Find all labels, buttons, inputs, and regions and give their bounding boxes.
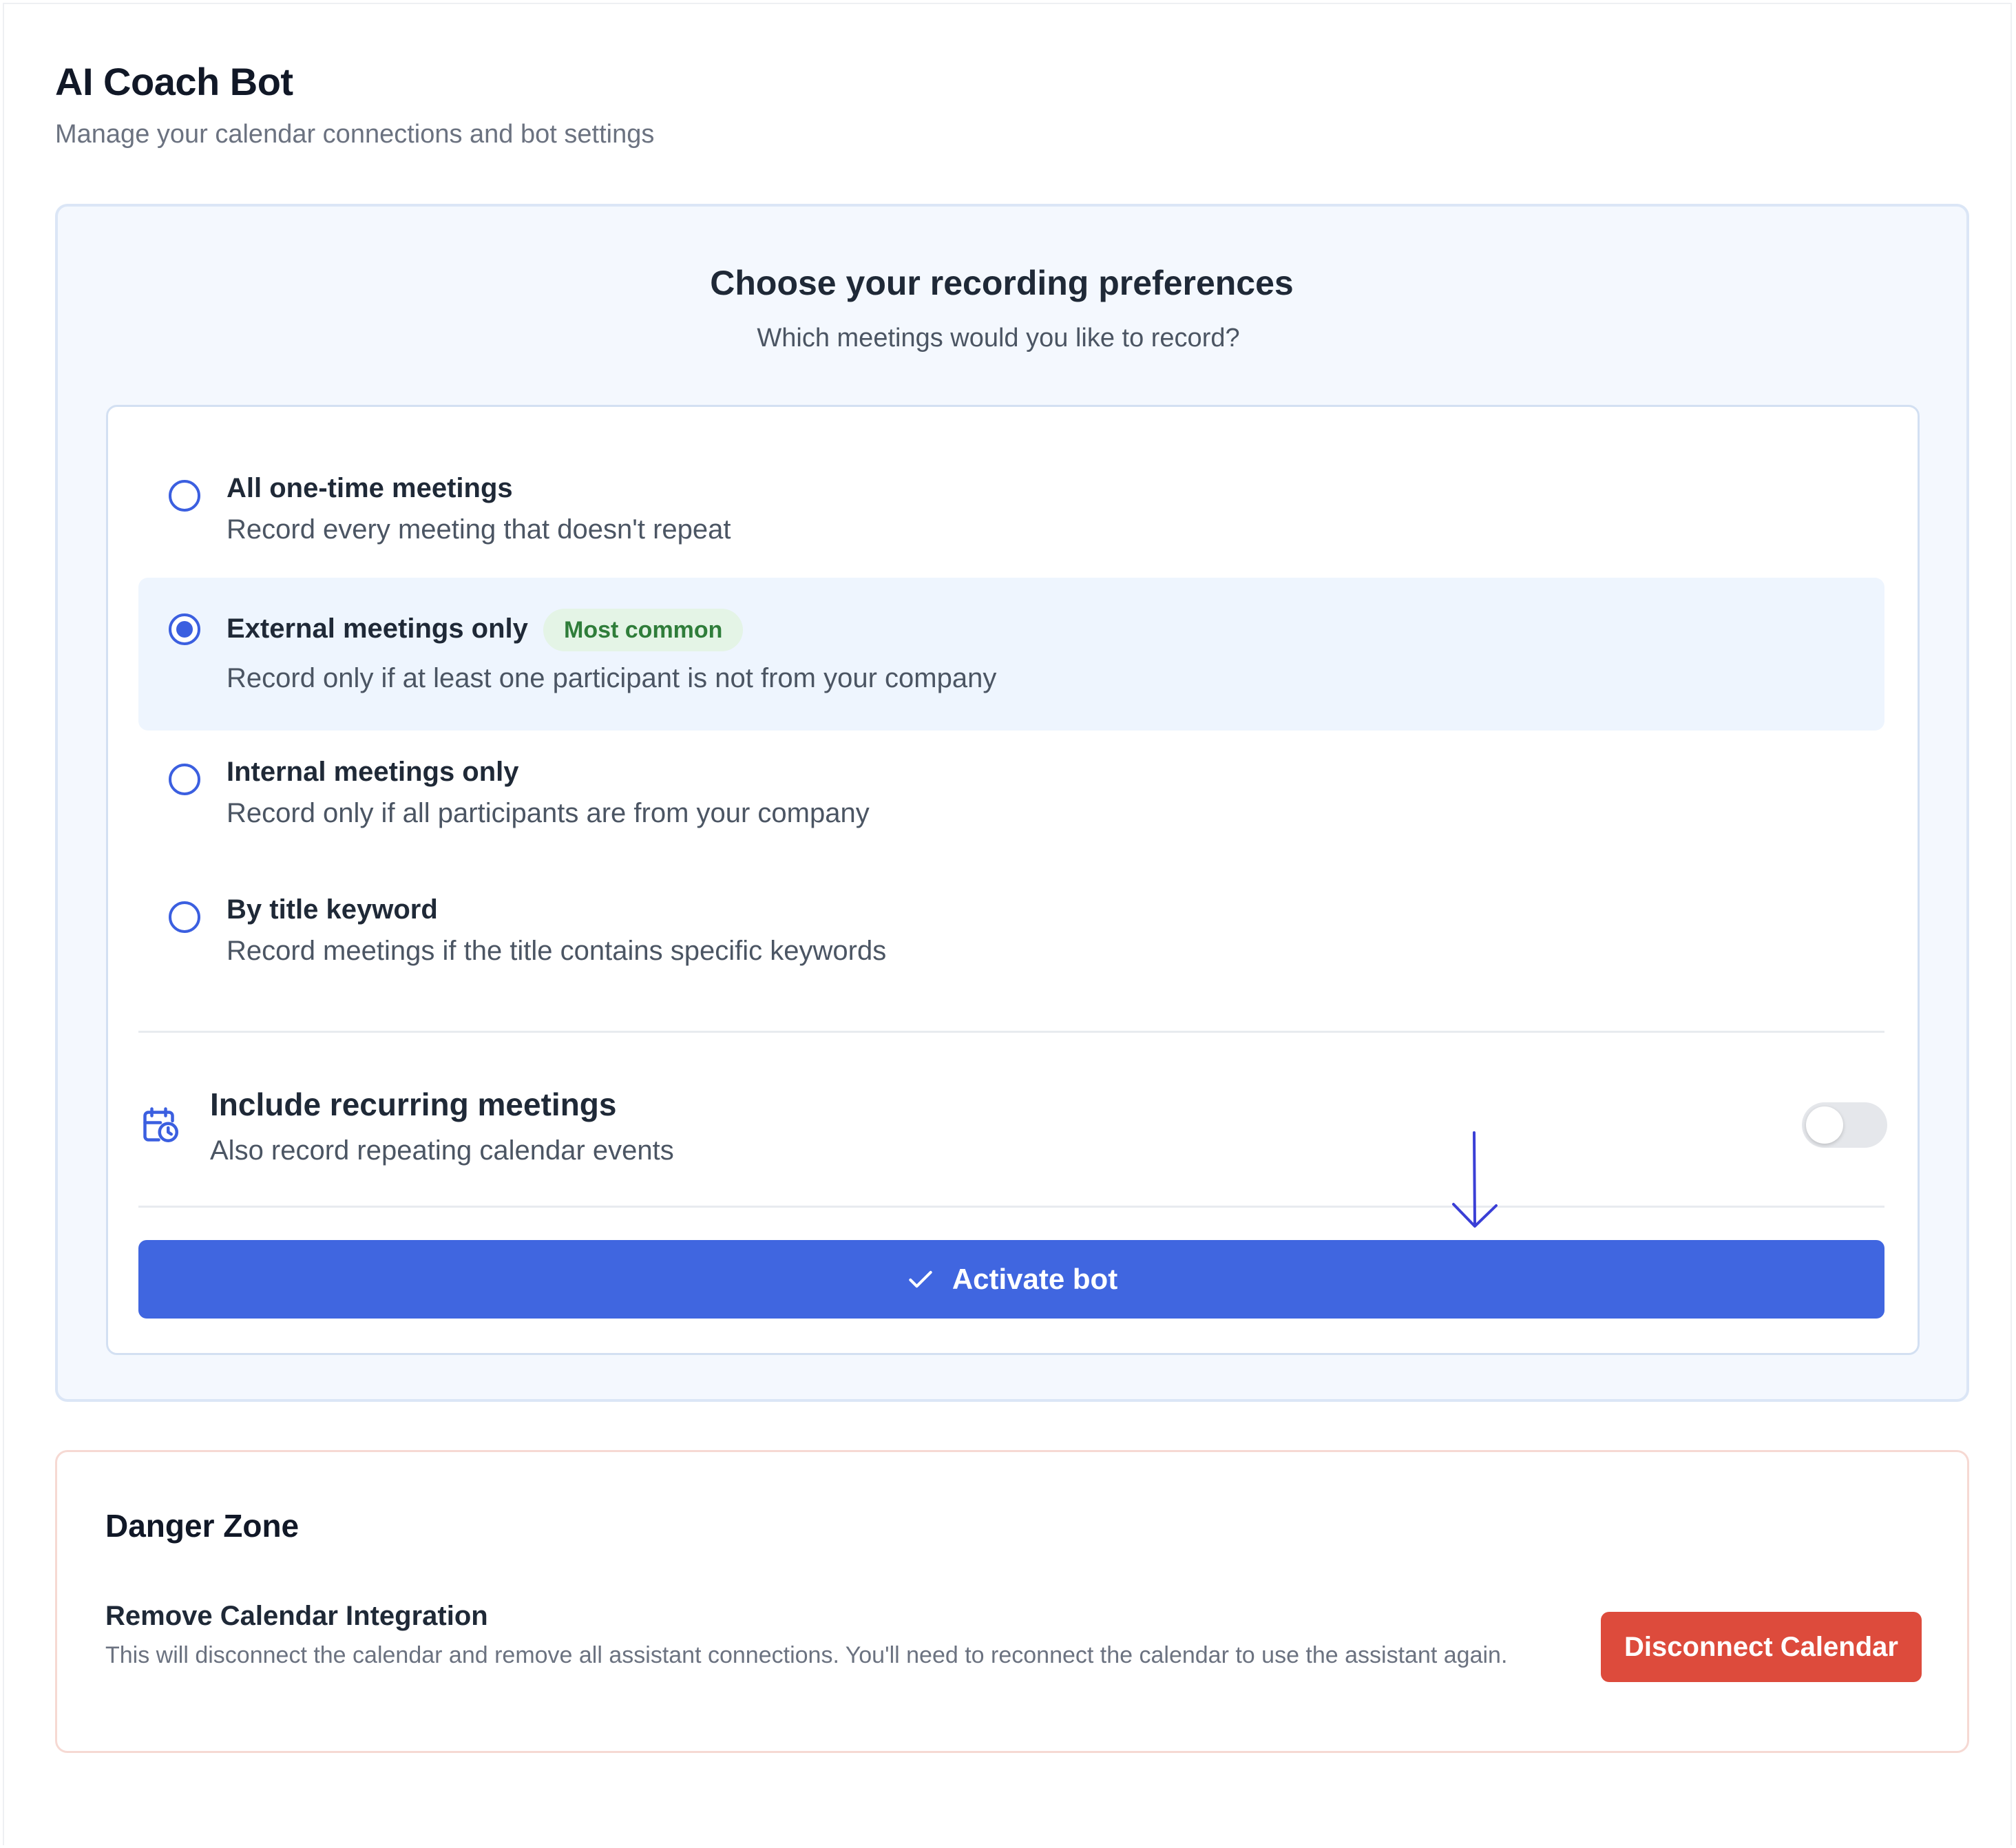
radio-all-one-time-meetings[interactable] — [169, 480, 200, 512]
option-label: Internal meetings only — [227, 757, 519, 787]
option-external-meetings-only[interactable]: External meetings only Most common Recor… — [138, 578, 1884, 731]
danger-zone-card: Danger Zone Remove Calendar Integration … — [55, 1450, 1969, 1753]
option-label: By title keyword — [227, 894, 438, 925]
toggle-knob — [1806, 1106, 1843, 1144]
option-description: Record only if at least one participant … — [227, 663, 997, 693]
radio-by-title-keyword[interactable] — [169, 901, 200, 933]
page-subtitle: Manage your calendar connections and bot… — [55, 120, 655, 149]
calendar-clock-icon — [143, 1107, 178, 1142]
option-internal-meetings-only[interactable]: Internal meetings only Record only if al… — [138, 731, 1884, 868]
remove-calendar-description: This will disconnect the calendar and re… — [105, 1642, 1508, 1668]
divider — [138, 1031, 1884, 1033]
radio-internal-meetings-only[interactable] — [169, 764, 200, 795]
check-icon — [909, 1270, 932, 1288]
activate-bot-label: Activate bot — [952, 1263, 1118, 1295]
settings-page: AI Coach Bot Manage your calendar connec… — [3, 3, 2012, 1845]
divider — [138, 1206, 1884, 1208]
option-label: External meetings only — [227, 613, 528, 644]
remove-calendar-title: Remove Calendar Integration — [105, 1601, 488, 1631]
preferences-subtitle: Which meetings would you like to record? — [757, 324, 1240, 353]
radio-external-meetings-only[interactable] — [169, 613, 200, 645]
activate-bot-button[interactable]: Activate bot — [138, 1240, 1884, 1319]
danger-zone-title: Danger Zone — [105, 1508, 300, 1544]
recurring-description: Also record repeating calendar events — [210, 1135, 674, 1166]
option-all-one-time-meetings[interactable]: All one-time meetings Record every meeti… — [138, 448, 1884, 579]
recording-preferences-card: Choose your recording preferences Which … — [55, 204, 1969, 1402]
option-description: Record meetings if the title contains sp… — [227, 936, 887, 966]
recurring-meetings-toggle[interactable] — [1802, 1102, 1887, 1148]
preferences-title: Choose your recording preferences — [710, 264, 1294, 302]
page-title: AI Coach Bot — [55, 60, 293, 103]
option-description: Record every meeting that doesn't repeat — [227, 514, 731, 545]
recurring-title: Include recurring meetings — [210, 1086, 617, 1122]
most-common-badge: Most common — [543, 609, 744, 651]
option-label: All one-time meetings — [227, 473, 513, 503]
option-by-title-keyword[interactable]: By title keyword Record meetings if the … — [138, 868, 1884, 1006]
option-description: Record only if all participants are from… — [227, 798, 870, 828]
options-card: All one-time meetings Record every meeti… — [106, 405, 1920, 1355]
arrow-down-annotation-icon — [1452, 1131, 1498, 1228]
disconnect-calendar-button[interactable]: Disconnect Calendar — [1601, 1612, 1922, 1682]
